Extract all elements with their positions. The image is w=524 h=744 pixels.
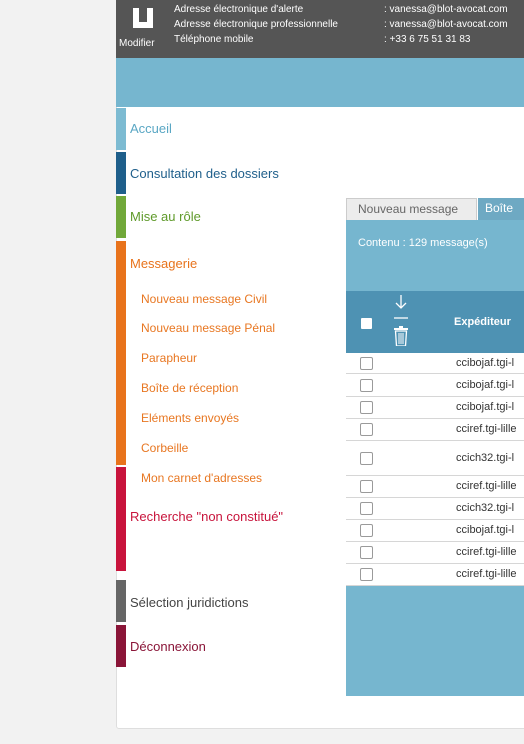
nav-consultation-label: Consultation des dossiers (130, 166, 279, 181)
message-row[interactable]: ccibojaf.tgi-l (346, 374, 524, 397)
header-accent-bar (116, 58, 524, 107)
nav-selection[interactable] (116, 580, 126, 622)
row-checkbox[interactable] (360, 546, 373, 559)
nav-address-book[interactable]: Mon carnet d'adresses (141, 471, 262, 485)
nav-inbox[interactable]: Boîte de réception (141, 381, 238, 395)
row-sender: ccibojaf.tgi-l (456, 524, 515, 536)
message-row[interactable]: cciref.tgi-lille (346, 564, 524, 586)
trash-icon[interactable] (394, 326, 408, 346)
message-row[interactable]: ccibojaf.tgi-l (346, 397, 524, 419)
row-sender: ccich32.tgi-l (456, 452, 515, 464)
message-tabs: Nouveau message Boîte (346, 198, 524, 220)
user-header: Modifier Adresse électronique d'alerte :… (116, 0, 524, 58)
row-sender: cciref.tgi-lille (456, 568, 517, 580)
tab-inbox[interactable]: Boîte (478, 198, 524, 220)
row-checkbox[interactable] (360, 401, 373, 414)
message-row[interactable]: ccich32.tgi-l (346, 498, 524, 520)
pro-email-value: : vanessa@blot-avocat.com (384, 19, 508, 30)
nav-stripe (116, 580, 126, 622)
message-row[interactable]: cciref.tgi-lille (346, 542, 524, 564)
nav-deconnexion-label[interactable]: Déconnexion (130, 639, 206, 654)
nav-mise-au-role[interactable]: Mise au rôle (116, 196, 346, 238)
nav-new-civil[interactable]: Nouveau message Civil (141, 292, 267, 306)
message-row[interactable]: ccich32.tgi-l (346, 441, 524, 476)
row-checkbox[interactable] (360, 357, 373, 370)
edit-icon (133, 8, 153, 28)
row-sender: ccibojaf.tgi-l (456, 357, 515, 369)
row-checkbox[interactable] (360, 524, 373, 537)
row-sender: ccibojaf.tgi-l (456, 379, 515, 391)
nav-messagerie-label[interactable]: Messagerie (130, 256, 197, 271)
row-checkbox[interactable] (360, 379, 373, 392)
messages-table-header: Expéditeur (346, 291, 524, 353)
nav-stripe (116, 625, 126, 667)
edit-label: Modifier (119, 38, 155, 49)
message-row[interactable]: ccibojaf.tgi-l (346, 353, 524, 374)
row-sender: cciref.tgi-lille (456, 546, 517, 558)
alert-email-label: Adresse électronique d'alerte (174, 4, 304, 15)
row-sender: ccich32.tgi-l (456, 502, 515, 514)
nav-stripe (116, 467, 126, 571)
row-checkbox[interactable] (360, 568, 373, 581)
messages-panel: Contenu : 129 message(s) Expéditeur ccib… (346, 220, 524, 696)
edit-profile-button[interactable]: Modifier (116, 0, 172, 58)
row-sender: cciref.tgi-lille (456, 480, 517, 492)
nav-stripe (116, 152, 126, 194)
column-header-sender[interactable]: Expéditeur (454, 316, 511, 328)
select-all-checkbox[interactable] (361, 318, 372, 329)
nav-stripe (116, 241, 126, 465)
nav-accueil-label: Accueil (130, 121, 172, 136)
nav-stripe (116, 108, 126, 150)
nav-messagerie[interactable] (116, 241, 126, 465)
nav-deconnexion[interactable] (116, 625, 126, 667)
row-checkbox[interactable] (360, 502, 373, 515)
nav-consultation[interactable]: Consultation des dossiers (116, 152, 346, 194)
mobile-value: : +33 6 75 51 31 83 (384, 34, 471, 45)
messages-list: ccibojaf.tgi-l ccibojaf.tgi-l ccibojaf.t… (346, 353, 524, 586)
message-count: Contenu : 129 message(s) (358, 237, 488, 249)
nav-mise-au-role-label: Mise au rôle (130, 209, 201, 224)
nav-new-penal[interactable]: Nouveau message Pénal (141, 321, 275, 335)
nav-stripe (116, 196, 126, 238)
nav-recherche[interactable] (116, 467, 126, 571)
nav-accueil[interactable]: Accueil (116, 108, 346, 150)
nav-recherche-label[interactable]: Recherche "non constitué" (130, 509, 283, 524)
row-checkbox[interactable] (360, 423, 373, 436)
nav-sent[interactable]: Eléments envoyés (141, 411, 239, 425)
mobile-label: Téléphone mobile (174, 34, 254, 45)
row-sender: cciref.tgi-lille (456, 423, 517, 435)
tab-new-message[interactable]: Nouveau message (346, 198, 477, 220)
message-row[interactable]: cciref.tgi-lille (346, 419, 524, 441)
alert-email-value: : vanessa@blot-avocat.com (384, 4, 508, 15)
message-row[interactable]: cciref.tgi-lille (346, 476, 524, 498)
nav-parapheur[interactable]: Parapheur (141, 351, 197, 365)
row-checkbox[interactable] (360, 452, 373, 465)
row-checkbox[interactable] (360, 480, 373, 493)
message-row[interactable]: ccibojaf.tgi-l (346, 520, 524, 542)
row-sender: ccibojaf.tgi-l (456, 401, 515, 413)
nav-trash[interactable]: Corbeille (141, 441, 188, 455)
nav-selection-label[interactable]: Sélection juridictions (130, 595, 249, 610)
pro-email-label: Adresse électronique professionnelle (174, 19, 338, 30)
